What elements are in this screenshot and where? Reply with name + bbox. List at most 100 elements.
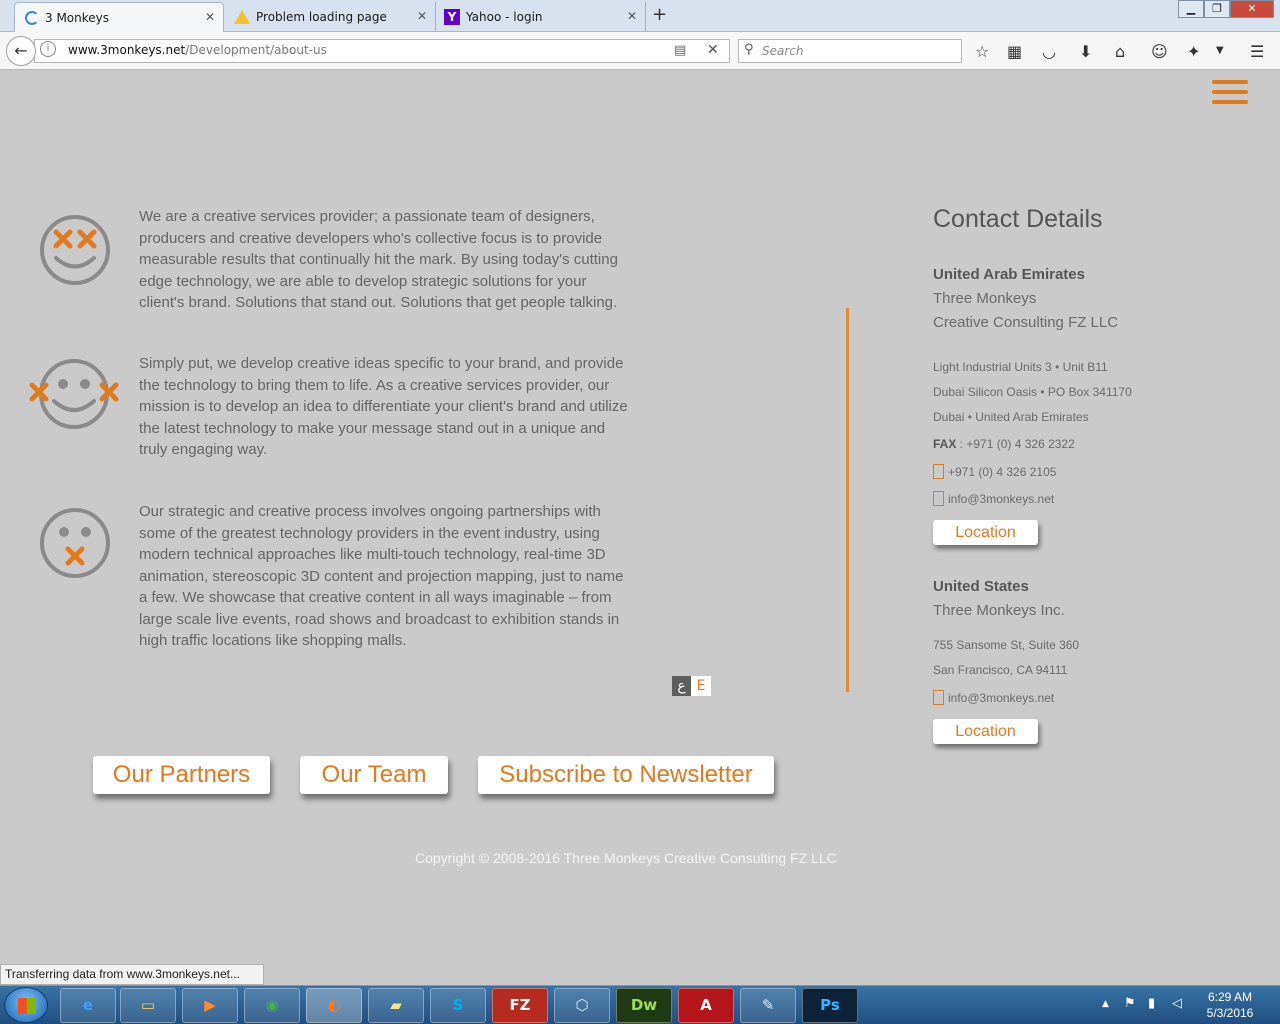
tab-title: Problem loading page	[256, 10, 387, 24]
sticky-notes-icon[interactable]: ▰	[368, 988, 424, 1023]
email-link[interactable]: info@3monkeys.net	[948, 492, 1054, 506]
firefox-icon[interactable]: ◐	[306, 988, 362, 1023]
tab-title: Yahoo - login	[466, 10, 543, 24]
restore-icon[interactable]: ❐	[1204, 0, 1230, 18]
reader-view-icon[interactable]: ▤	[674, 43, 686, 58]
start-button[interactable]	[4, 987, 48, 1023]
home-icon[interactable]: ⌂	[1115, 42, 1125, 61]
us-email[interactable]: info@3monkeys.net	[933, 690, 1054, 705]
us-address-1: 755 Sansome St, Suite 360	[933, 638, 1080, 652]
download-icon[interactable]: ⬇	[1079, 42, 1092, 61]
fax-number: : +971 (0) 4 326 2322	[956, 437, 1075, 451]
volume-icon[interactable]: ◁	[1172, 996, 1182, 1011]
search-icon: ⚲	[744, 42, 754, 57]
about-paragraph-3: Our strategic and creative process invol…	[139, 503, 624, 649]
lang-arabic-button[interactable]: ع	[672, 676, 691, 696]
media-player-icon[interactable]: ▶	[182, 988, 238, 1023]
network-icon[interactable]: ▮	[1148, 996, 1155, 1011]
new-tab-icon[interactable]: +	[652, 4, 667, 25]
addon-icon[interactable]: ✦	[1187, 42, 1200, 61]
uae-email[interactable]: info@3monkeys.net	[933, 491, 1054, 506]
url-domain: www.3monkeys.net	[68, 43, 186, 57]
email-link[interactable]: info@3monkeys.net	[948, 691, 1054, 705]
uae-address-1: Light Industrial Units 3 • Unit B11	[933, 360, 1108, 374]
notepad-icon[interactable]: ✎	[740, 988, 796, 1023]
uae-heading: United Arab Emirates	[933, 266, 1085, 283]
dreamweaver-icon[interactable]: Dw	[616, 988, 672, 1023]
us-address-2: San Francisco, CA 94111	[933, 663, 1068, 677]
nav-bar: ← i www.3monkeys.net/Development/about-u…	[0, 32, 1280, 70]
language-switch: ع E	[672, 676, 711, 696]
uae-address-2: Dubai Silicon Oasis • PO Box 341170	[933, 385, 1132, 399]
smiley-x-ears-icon	[29, 359, 119, 429]
url-path: /Development/about-us	[185, 43, 327, 57]
photoshop-icon[interactable]: Ps	[802, 988, 858, 1023]
our-partners-button[interactable]: Our Partners	[93, 756, 270, 794]
fax-label: FAX	[933, 437, 957, 451]
close-window-icon[interactable]: ✕	[1230, 0, 1274, 18]
uae-company-line-1: Three Monkeys	[933, 290, 1037, 307]
warning-icon	[234, 10, 250, 24]
loading-icon	[25, 10, 39, 25]
filezilla-icon[interactable]: FZ	[492, 988, 548, 1023]
bookmark-star-icon[interactable]: ☆	[975, 42, 989, 61]
minimize-icon[interactable]: ▁	[1178, 0, 1204, 18]
divider-line	[846, 308, 849, 692]
yahoo-icon: Y	[444, 9, 460, 25]
us-location-button[interactable]: Location	[933, 719, 1038, 744]
tray-expand-icon[interactable]: ▲	[1102, 999, 1109, 1009]
window-controls: ▁ ❐ ✕	[1178, 0, 1274, 18]
us-heading: United States	[933, 578, 1029, 595]
our-team-button[interactable]: Our Team	[300, 756, 448, 794]
explorer-folder-icon[interactable]: ▭	[120, 988, 176, 1023]
email-icon	[933, 491, 944, 506]
us-company: Three Monkeys Inc.	[933, 602, 1065, 619]
clock-date: 5/3/2016	[1206, 1006, 1254, 1020]
pocket-icon[interactable]: ◡	[1042, 42, 1056, 61]
tab-close-icon[interactable]: ✕	[205, 10, 215, 24]
tray-clock[interactable]: 6:29 AM 5/3/2016	[1200, 989, 1260, 1021]
contact-title: Contact Details	[933, 205, 1103, 233]
phone-number: +971 (0) 4 326 2105	[948, 465, 1057, 479]
url-text[interactable]: www.3monkeys.net/Development/about-us	[68, 43, 327, 57]
phone-icon	[933, 464, 944, 479]
virtualbox-icon[interactable]: ⬡	[554, 988, 610, 1023]
browser-menu-icon[interactable]: ☰	[1250, 42, 1264, 61]
tab-problem-loading[interactable]: Problem loading page ✕	[224, 2, 436, 32]
tab-close-icon[interactable]: ✕	[417, 9, 427, 23]
search-placeholder: Search	[762, 44, 804, 58]
taskbar: e ▭ ▶ ◉ ◐ ▰ S FZ ⬡ Dw A ✎ Ps	[0, 985, 1280, 1024]
uae-phone: +971 (0) 4 326 2105	[933, 464, 1056, 479]
uae-address-3: Dubai • United Arab Emirates	[933, 410, 1089, 424]
back-arrow-icon[interactable]: ←	[6, 36, 36, 66]
tab-yahoo[interactable]: Y Yahoo - login ✕	[436, 2, 646, 32]
dropdown-icon[interactable]: ▼	[1216, 45, 1224, 56]
hamburger-menu-icon[interactable]	[1212, 80, 1248, 104]
tab-title: 3 Monkeys	[45, 10, 110, 25]
email-icon	[933, 690, 944, 705]
action-center-icon[interactable]: ⚑	[1124, 996, 1136, 1011]
bookmarks-list-icon[interactable]: ▦	[1007, 42, 1022, 61]
smiley-x-mouth-icon	[40, 508, 110, 578]
stop-icon[interactable]: ✕	[707, 42, 719, 58]
subscribe-newsletter-button[interactable]: Subscribe to Newsletter	[478, 756, 774, 794]
skype-icon[interactable]: S	[430, 988, 486, 1023]
acrobat-icon[interactable]: A	[678, 988, 734, 1023]
hello-icon[interactable]: ☺	[1151, 42, 1168, 61]
chrome-icon[interactable]: ◉	[244, 988, 300, 1023]
tab-bar: 3 Monkeys ✕ Problem loading page ✕ Y Yah…	[0, 0, 1280, 32]
clock-time: 6:29 AM	[1207, 990, 1253, 1004]
uae-fax: FAX : +971 (0) 4 326 2322	[933, 437, 1075, 451]
uae-location-button[interactable]: Location	[933, 520, 1038, 545]
uae-company-line-2: Creative Consulting FZ LLC	[933, 314, 1119, 331]
tab-3monkeys[interactable]: 3 Monkeys ✕	[14, 2, 224, 32]
tab-close-icon[interactable]: ✕	[627, 9, 637, 23]
about-paragraph-1: We are a creative services provider; a p…	[139, 208, 618, 311]
ie-icon[interactable]: e	[60, 988, 116, 1023]
about-paragraph-2: Simply put, we develop creative ideas sp…	[139, 355, 628, 458]
lang-english-button[interactable]: E	[691, 676, 711, 696]
site-info-icon[interactable]: i	[40, 41, 56, 57]
smiley-x-eyes-icon	[40, 215, 110, 285]
copyright: Copyright © 2008-2016 Three Monkeys Crea…	[415, 850, 837, 866]
status-bar: Transferring data from www.3monkeys.net.…	[0, 964, 264, 985]
